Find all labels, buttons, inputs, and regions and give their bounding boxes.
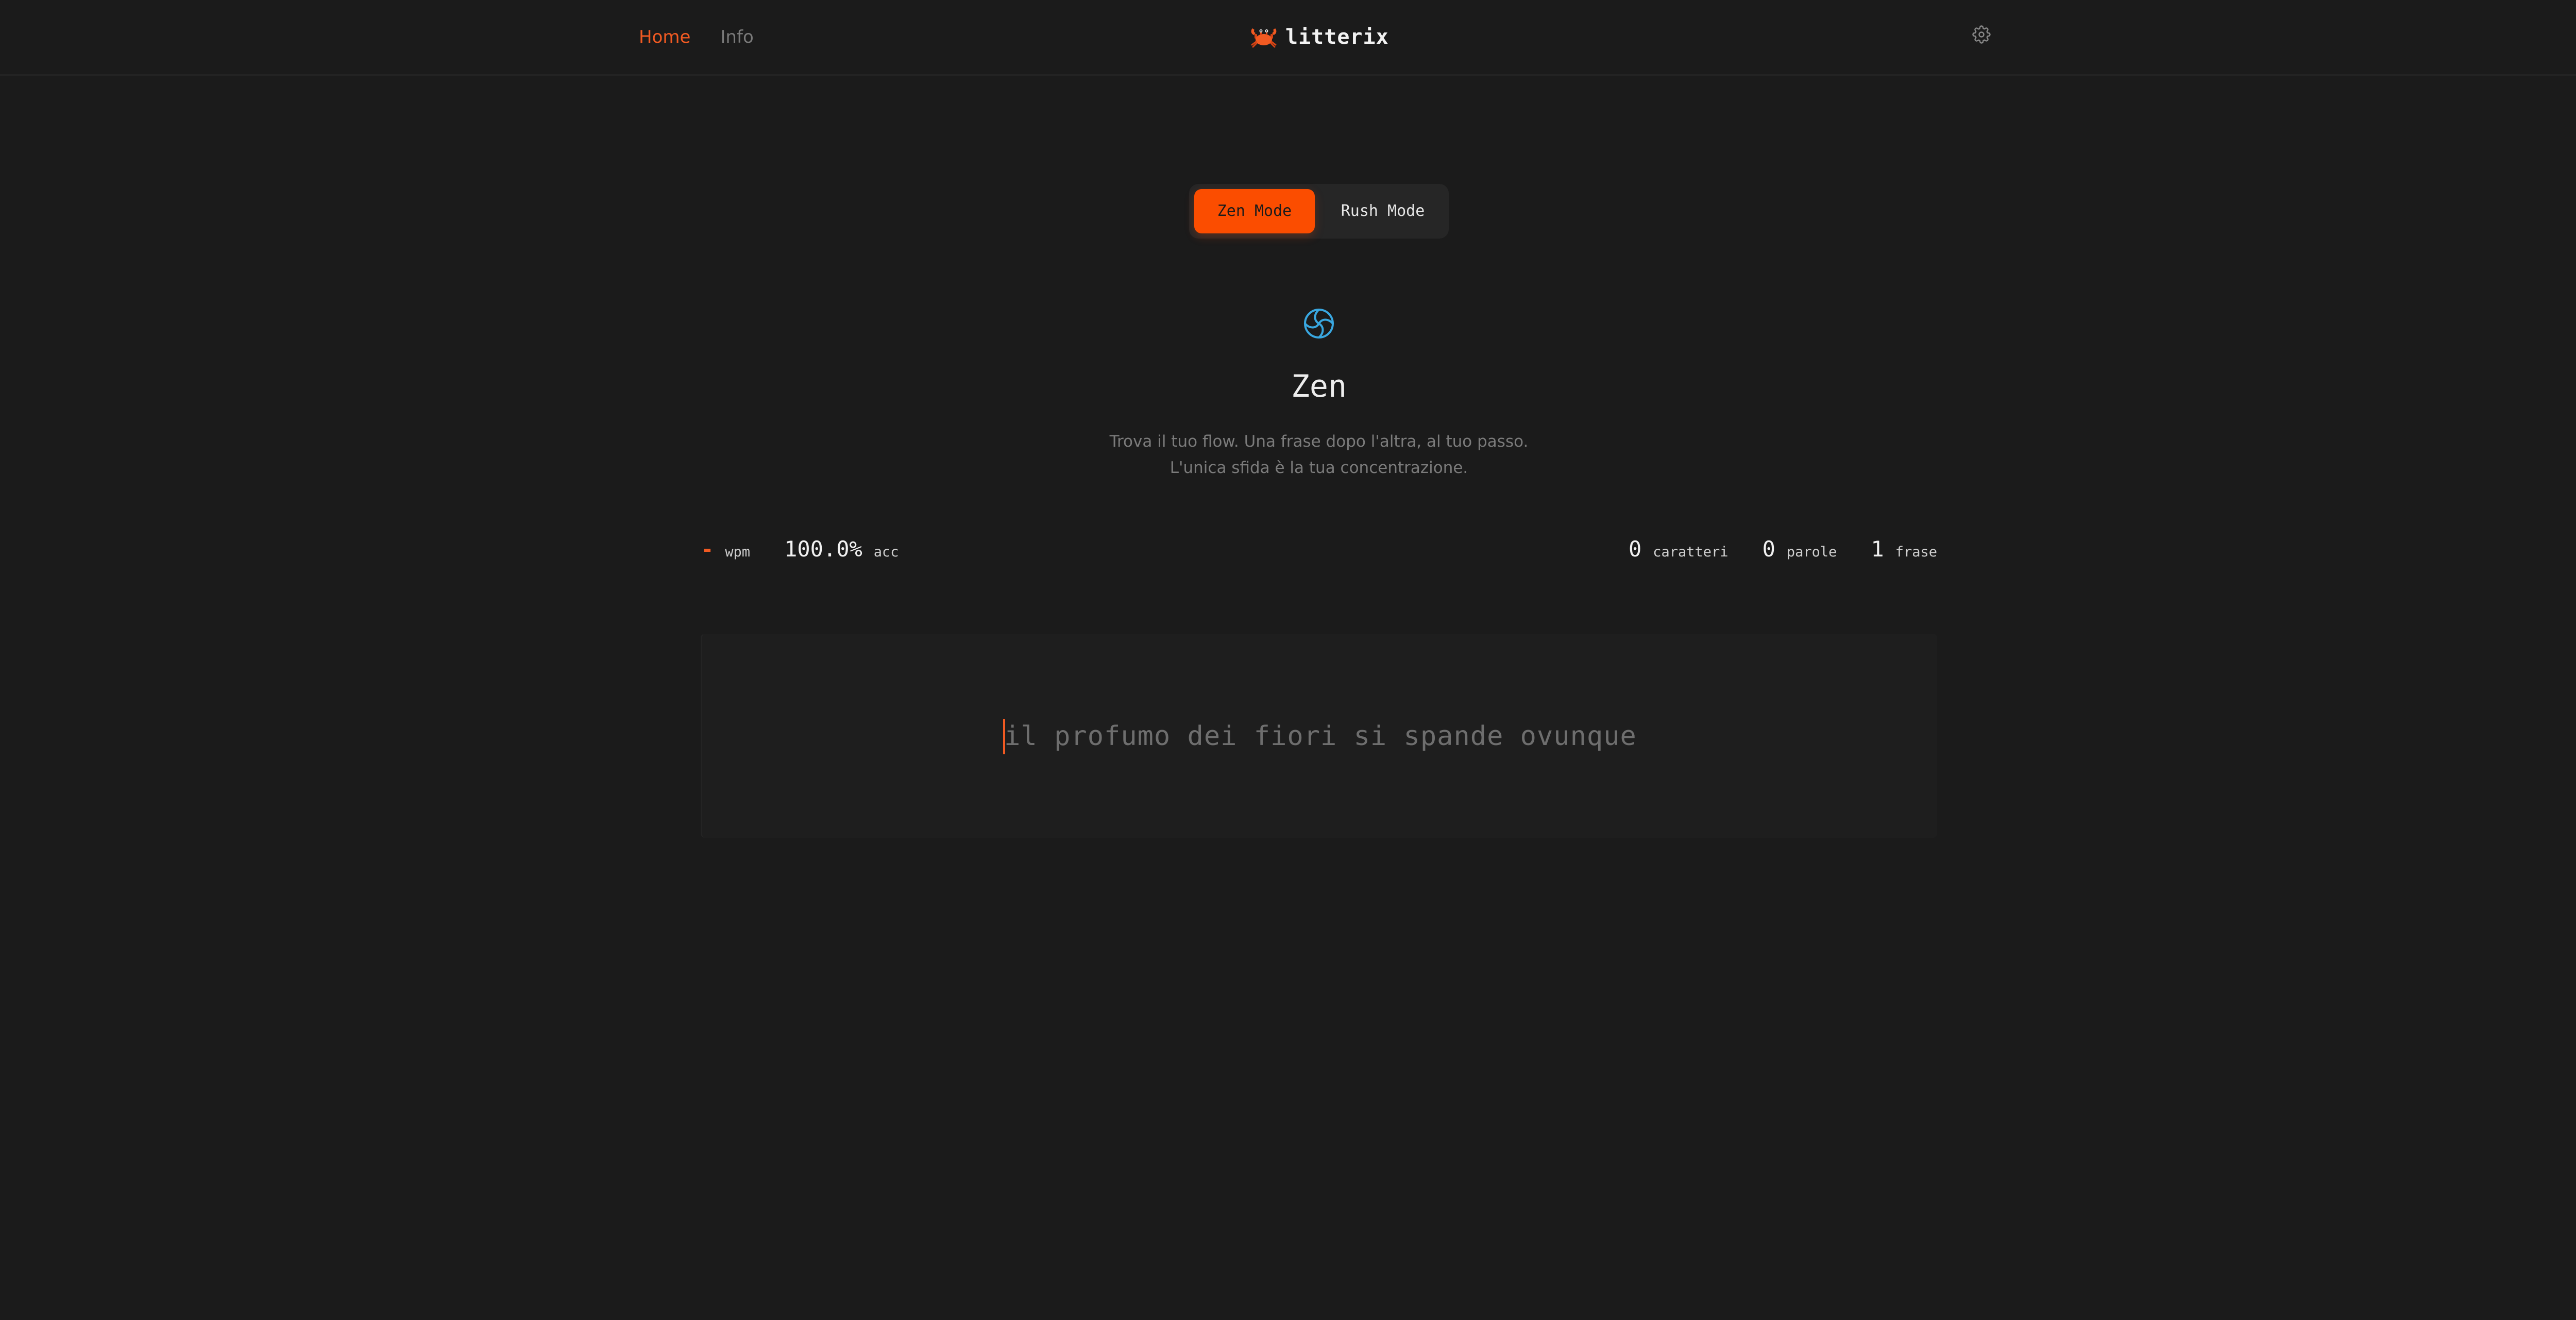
wpm-value: - — [701, 536, 714, 562]
brand-name: litterix — [1285, 25, 1389, 49]
words-stat: 0 parole — [1762, 535, 1837, 564]
mode-toggle: Zen Mode Rush Mode — [1189, 184, 1449, 239]
accuracy-value: 100.0% — [784, 536, 862, 562]
gear-icon — [1972, 25, 1991, 44]
mode-description: Trova il tuo flow. Una frase dopo l'altr… — [1109, 432, 1529, 477]
wpm-unit: wpm — [725, 544, 751, 560]
chars-stat: 0 caratteri — [1629, 535, 1728, 564]
swirl-icon — [1302, 307, 1335, 340]
top-header: Home Info litterix — [0, 0, 2576, 76]
sentence-container: il profumo dei fiori si spande ovunque — [702, 718, 1939, 754]
nav-info-link[interactable]: Info — [720, 26, 753, 48]
main-nav: Home Info — [639, 26, 754, 48]
stats-left: - wpm 100.0% acc — [701, 535, 899, 564]
mode-title: Zen — [1291, 368, 1347, 404]
sentences-unit: frase — [1895, 544, 1937, 560]
settings-button[interactable] — [1972, 25, 1991, 44]
rush-mode-button[interactable]: Rush Mode — [1321, 189, 1445, 233]
sentences-value: 1 — [1871, 536, 1884, 562]
brand[interactable]: litterix — [1249, 23, 1389, 52]
target-sentence-text: il profumo dei fiori si spande ovunque — [1004, 721, 1637, 752]
wpm-stat: - wpm — [701, 535, 750, 564]
accuracy-stat: 100.0% acc — [784, 535, 899, 564]
accuracy-unit: acc — [873, 544, 899, 560]
stats-right: 0 caratteri 0 parole 1 frase — [1629, 535, 1937, 564]
chars-unit: caratteri — [1653, 544, 1728, 560]
nav-home-link[interactable]: Home — [639, 26, 690, 48]
typing-area[interactable]: il profumo dei fiori si spande ovunque — [701, 634, 1937, 838]
words-unit: parole — [1786, 544, 1837, 560]
words-value: 0 — [1762, 536, 1775, 562]
crab-icon — [1251, 28, 1277, 48]
sentences-stat: 1 frase — [1871, 535, 1937, 564]
zen-mode-button[interactable]: Zen Mode — [1194, 189, 1315, 233]
app-page: Home Info litterix Zen Mode Rush Mode Ze… — [0, 0, 2576, 1320]
chars-value: 0 — [1628, 536, 1642, 562]
target-sentence: il profumo dei fiori si spande ovunque — [1003, 718, 1637, 754]
typing-caret — [1003, 719, 1006, 754]
